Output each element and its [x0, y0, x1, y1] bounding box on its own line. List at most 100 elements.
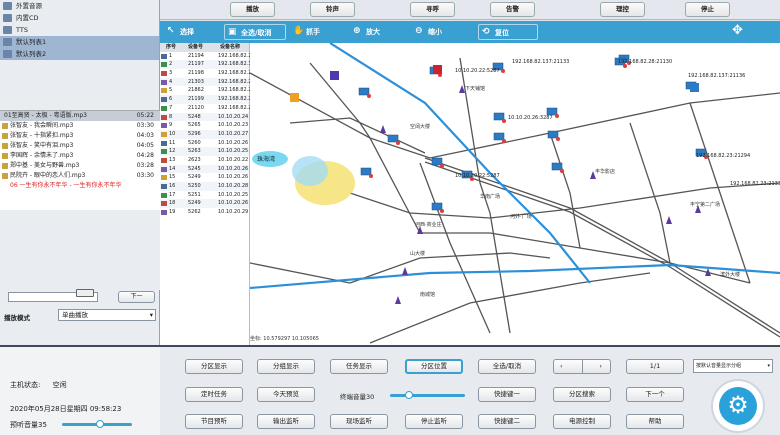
- device-icon: [161, 210, 167, 216]
- source-item-list1[interactable]: 默认列表1: [0, 36, 159, 48]
- today-preview-button[interactable]: 今天预览: [257, 387, 315, 402]
- music-note-icon[interactable]: [330, 71, 339, 80]
- select-all-button[interactable]: 全选/取消: [478, 359, 536, 374]
- next-item-button[interactable]: 下一个: [626, 387, 684, 402]
- speaker-icon[interactable]: [546, 107, 558, 116]
- speaker-icon[interactable]: [387, 134, 399, 143]
- table-row[interactable]: 15 5249 10.10.20.26: [160, 173, 249, 182]
- status-dot-icon: [555, 114, 559, 118]
- remote-button[interactable]: 理控: [600, 2, 645, 17]
- shortcut-2-button[interactable]: 快捷键二: [478, 414, 536, 429]
- tool-reset[interactable]: ⟲ 复位: [478, 24, 538, 40]
- speaker-icon[interactable]: [431, 157, 443, 166]
- next-button[interactable]: 下一: [118, 291, 155, 303]
- location-pin-icon[interactable]: [666, 216, 672, 224]
- playlist-item[interactable]: 张智友 - 笑中有泪.mp3 04:05: [0, 141, 160, 151]
- tool-select-all[interactable]: ▣ 全选/取消: [224, 24, 286, 40]
- table-row[interactable]: 2 21197 192.168.82.30: [160, 60, 255, 70]
- terminal-volume-slider[interactable]: [390, 394, 465, 397]
- speaker-icon[interactable]: [358, 87, 370, 96]
- source-item-cd[interactable]: 内置CD: [0, 12, 159, 24]
- table-row[interactable]: 6 21199 192.168.82.23: [160, 95, 255, 104]
- tool-hand[interactable]: ✋ 抓手: [290, 24, 340, 40]
- chevron-left-icon[interactable]: ‹: [560, 360, 563, 373]
- music-icon: [2, 173, 8, 179]
- alarm-button[interactable]: 告警: [490, 2, 535, 17]
- settings-button[interactable]: ⚙: [713, 381, 763, 431]
- power-control-button[interactable]: 电源控制: [553, 414, 611, 429]
- task-display-button[interactable]: 任务显示: [330, 359, 388, 374]
- speaker-icon[interactable]: [360, 167, 372, 176]
- tool-select[interactable]: ↖ 选择: [164, 24, 216, 40]
- output-monitor-button[interactable]: 输出监听: [257, 414, 315, 429]
- slider-handle[interactable]: [96, 420, 104, 428]
- speaker-icon[interactable]: [551, 162, 563, 171]
- source-item-tts[interactable]: TTS: [0, 24, 159, 36]
- table-row[interactable]: 1 21194 192.168.82.23: [160, 52, 255, 61]
- playlist-header[interactable]: 01至高贤 - 太极 - 粤语版.mp3 05:22: [0, 111, 160, 121]
- speaker-icon[interactable]: [431, 202, 443, 211]
- table-row[interactable]: 14 5245 10.10.20.26: [160, 164, 249, 174]
- list-icon: [3, 38, 12, 46]
- play-button[interactable]: 播放: [230, 2, 275, 17]
- keyboard-icon[interactable]: [76, 289, 94, 297]
- program-preview-button[interactable]: 节目预听: [185, 414, 243, 429]
- map-canvas[interactable]: 珠海湾 10.10.20.22:5287 192.168.82.137:21133…: [249, 42, 780, 345]
- page-button[interactable]: 寻呼: [410, 2, 455, 17]
- location-pin-icon[interactable]: [402, 267, 408, 275]
- move-icon[interactable]: ✥: [732, 23, 743, 38]
- display-mode-select[interactable]: 按默认音量显示分组 ▾: [693, 359, 773, 373]
- zone-search-button[interactable]: 分区搜索: [553, 387, 611, 402]
- table-row[interactable]: 18 5249 10.10.20.26: [160, 199, 249, 209]
- playlist-item[interactable]: 郑中基 - 美女与野兽.mp3 03:28: [0, 161, 160, 171]
- zone-display-button[interactable]: 分区显示: [185, 359, 243, 374]
- table-row[interactable]: 16 5250 10.10.20.28: [160, 182, 249, 191]
- table-row[interactable]: 12 5263 10.10.20.25: [160, 147, 249, 156]
- table-cell: 10.10.20.27: [218, 130, 249, 137]
- table-cell: 10.10.20.24: [218, 113, 249, 120]
- table-cell: 17: [169, 191, 176, 198]
- source-item-external[interactable]: 外置音源: [0, 0, 159, 12]
- zone-position-button[interactable]: 分区位置: [405, 359, 463, 374]
- play-icon[interactable]: [290, 93, 299, 102]
- device-address-label: 192.168.82.137:21136: [688, 73, 746, 79]
- help-button[interactable]: 帮助: [626, 414, 684, 429]
- location-pin-icon[interactable]: [380, 125, 386, 133]
- playlist-item[interactable]: 张智友 - 我会瞬间.mp3 03:30: [0, 121, 160, 131]
- place-label: 下天铺馆: [465, 86, 486, 92]
- group-display-button[interactable]: 分组显示: [257, 359, 315, 374]
- place-label: 河西·商业庄: [415, 222, 442, 228]
- speaker-icon[interactable]: [493, 132, 505, 141]
- bell-button[interactable]: 铃声: [310, 2, 355, 17]
- table-row[interactable]: 11 5260 10.10.20.26: [160, 139, 249, 148]
- table-row[interactable]: 4 21303 192.168.82.24: [160, 77, 255, 87]
- scheduled-task-button[interactable]: 定时任务: [185, 387, 243, 402]
- table-row[interactable]: 10 5296 10.10.20.27: [160, 129, 249, 139]
- chevron-right-icon[interactable]: ›: [599, 360, 602, 373]
- live-monitor-button[interactable]: 现场监听: [330, 414, 388, 429]
- alarm-icon[interactable]: [433, 65, 442, 74]
- speaker-icon[interactable]: [547, 130, 559, 139]
- play-mode-select[interactable]: 单曲播放 ▾: [58, 309, 156, 321]
- stop-monitor-button[interactable]: 停止监听: [405, 414, 463, 429]
- speaker-icon[interactable]: [690, 83, 699, 92]
- table-row[interactable]: 13 2623 10.10.20.22: [160, 156, 249, 165]
- tool-zoom-in[interactable]: ⊕ 放大: [350, 24, 400, 40]
- playlist-item[interactable]: 张智友 - 十指紧扣.mp3 04:03: [0, 131, 160, 141]
- table-row[interactable]: 17 5251 10.10.20.25: [160, 191, 249, 200]
- source-item-list2[interactable]: 默认列表2: [0, 48, 159, 60]
- stop-button[interactable]: 停止: [685, 2, 730, 17]
- slider-handle[interactable]: [405, 391, 413, 399]
- shortcut-1-button[interactable]: 快捷键一: [478, 387, 536, 402]
- table-row[interactable]: 8 5248 10.10.20.24: [160, 112, 249, 122]
- table-row[interactable]: 5 21862 192.168.82.28: [160, 86, 255, 95]
- table-row[interactable]: 3 21198 192.168.82.25: [160, 69, 255, 78]
- playlist-item[interactable]: 民院卉 - 眼中的恋人们.mp3 03:30: [0, 171, 160, 181]
- table-row[interactable]: 7 21120 192.168.82.24: [160, 104, 255, 113]
- table-row[interactable]: 9 5265 10.10.20.23: [160, 121, 249, 130]
- tool-zoom-out[interactable]: ⊖ 缩小: [412, 24, 462, 40]
- speaker-icon[interactable]: [493, 112, 505, 121]
- playlist-item[interactable]: 李国辉 - 余情未了.mp3 04:28: [0, 151, 160, 161]
- table-row[interactable]: 19 5262 10.10.20.29: [160, 208, 249, 217]
- location-pin-icon[interactable]: [395, 296, 401, 304]
